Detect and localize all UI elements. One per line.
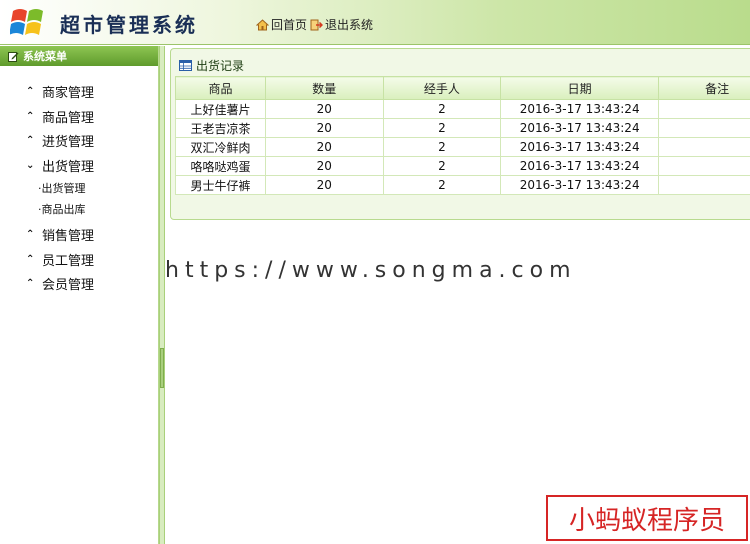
cell-handler: 2 (382, 175, 502, 195)
cell-quantity: 20 (264, 137, 384, 157)
watermark-brand: 小蚂蚁程序员 (546, 495, 748, 541)
sidebar-item-label: 会员管理 (42, 278, 95, 293)
cell-remark (658, 156, 750, 176)
cell-quantity: 20 (264, 118, 384, 138)
cell-remark (658, 175, 750, 195)
table-row[interactable]: 王老吉凉茶 20 2 2016-3-17 13:43:24 (175, 118, 750, 138)
cell-date: 2016-3-17 13:43:24 (500, 137, 660, 157)
cell-date: 2016-3-17 13:43:24 (500, 156, 660, 176)
sidebar-item-staff[interactable]: ⌃ 员工管理 (26, 250, 94, 269)
cell-remark (658, 99, 750, 119)
edit-icon (8, 51, 19, 62)
app-header: 超市管理系统 回首页 退出系统 (0, 0, 750, 45)
table-row[interactable]: 咯咯哒鸡蛋 20 2 2016-3-17 13:43:24 (175, 156, 750, 176)
cell-quantity: 20 (264, 99, 384, 119)
column-header-product[interactable]: 商品 (175, 76, 266, 100)
cell-product: 上好佳薯片 (175, 99, 266, 119)
logout-link-label: 退出系统 (325, 18, 374, 32)
table-row[interactable]: 双汇冷鲜肉 20 2 2016-3-17 13:43:24 (175, 137, 750, 157)
sidebar-heading-label: 系统菜单 (23, 50, 67, 63)
chevron-up-double-icon: ⌃ (26, 85, 35, 97)
cell-date: 2016-3-17 13:43:24 (500, 175, 660, 195)
chevron-up-double-icon: ⌃ (26, 110, 35, 122)
panel-title: 出货记录 (179, 57, 244, 74)
sidebar-item-merchant[interactable]: ⌃ 商家管理 (26, 82, 94, 101)
sidebar-heading: 系统菜单 (0, 46, 158, 66)
cell-quantity: 20 (264, 175, 384, 195)
sidebar-item-label: 商品管理 (42, 111, 95, 126)
shipment-records-panel: 出货记录 商品 数量 经手人 日期 备注 上好佳薯片 20 2 2016-3-1… (170, 48, 750, 220)
panel-title-label: 出货记录 (196, 59, 245, 73)
sidebar-subitem-shipment-manage[interactable]: ·出货管理 (38, 180, 86, 196)
column-header-handler[interactable]: 经手人 (382, 76, 502, 100)
sidebar-subitem-product-outbound[interactable]: ·商品出库 (38, 201, 86, 217)
home-icon (256, 18, 269, 30)
chevron-up-double-icon: ⌃ (26, 253, 35, 265)
chevron-up-double-icon: ⌃ (26, 228, 35, 240)
chevron-down-double-icon: ⌄ (26, 159, 35, 171)
sidebar-splitter[interactable] (159, 46, 165, 544)
cell-product: 王老吉凉茶 (175, 118, 266, 138)
logout-link[interactable]: 退出系统 (310, 16, 373, 33)
sidebar-item-members[interactable]: ⌃ 会员管理 (26, 274, 94, 293)
sidebar-item-label: 出货管理 (42, 160, 95, 175)
table-header-row: 商品 数量 经手人 日期 备注 (175, 76, 750, 100)
watermark-url: https://www.songma.com (165, 258, 577, 283)
cell-handler: 2 (382, 118, 502, 138)
column-header-remark[interactable]: 备注 (658, 76, 750, 100)
column-header-date[interactable]: 日期 (500, 76, 660, 100)
cell-date: 2016-3-17 13:43:24 (500, 118, 660, 138)
home-link-label: 回首页 (271, 18, 308, 32)
chevron-up-double-icon: ⌃ (26, 277, 35, 289)
cell-product: 咯咯哒鸡蛋 (175, 156, 266, 176)
cell-handler: 2 (382, 137, 502, 157)
cell-handler: 2 (382, 99, 502, 119)
sidebar-item-label: 销售管理 (42, 229, 95, 244)
sidebar-item-label: 员工管理 (42, 254, 95, 269)
sidebar-item-shipment[interactable]: ⌄ 出货管理 (26, 156, 94, 175)
sidebar-item-purchase[interactable]: ⌃ 进货管理 (26, 131, 94, 150)
sidebar-item-products[interactable]: ⌃ 商品管理 (26, 107, 94, 126)
table-row[interactable]: 男士牛仔裤 20 2 2016-3-17 13:43:24 (175, 175, 750, 195)
table-row[interactable]: 上好佳薯片 20 2 2016-3-17 13:43:24 (175, 99, 750, 119)
cell-handler: 2 (382, 156, 502, 176)
cell-product: 男士牛仔裤 (175, 175, 266, 195)
sidebar-item-sales[interactable]: ⌃ 销售管理 (26, 225, 94, 244)
home-link[interactable]: 回首页 (256, 16, 307, 33)
splitter-handle[interactable] (160, 348, 164, 388)
app-title: 超市管理系统 (60, 13, 198, 37)
table-icon (179, 60, 192, 71)
sidebar-item-label: 商家管理 (42, 86, 95, 101)
cell-remark (658, 137, 750, 157)
shipment-table: 商品 数量 经手人 日期 备注 上好佳薯片 20 2 2016-3-17 13:… (175, 76, 750, 195)
column-header-quantity[interactable]: 数量 (264, 76, 384, 100)
cell-quantity: 20 (264, 156, 384, 176)
windows-flag-icon (10, 9, 43, 35)
cell-date: 2016-3-17 13:43:24 (500, 99, 660, 119)
sidebar-item-label: 进货管理 (42, 135, 95, 150)
cell-remark (658, 118, 750, 138)
cell-product: 双汇冷鲜肉 (175, 137, 266, 157)
exit-icon (310, 19, 323, 30)
chevron-up-double-icon: ⌃ (26, 134, 35, 146)
sidebar-menu: 系统菜单 ⌃ 商家管理 ⌃ 商品管理 ⌃ 进货管理 ⌄ 出货管理 ·出货管理 ·… (0, 46, 159, 544)
